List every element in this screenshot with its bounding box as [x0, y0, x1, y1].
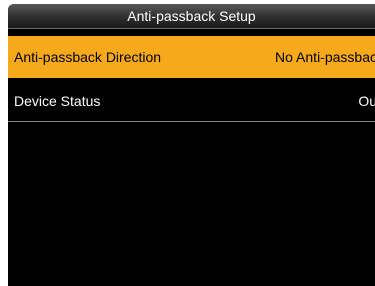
page-title: Anti-passback Setup: [8, 4, 375, 29]
menu-item-anti-passback-direction[interactable]: Anti-passback Direction No Anti-passbac: [8, 36, 375, 78]
menu-item-label: Device Status: [14, 93, 101, 109]
device-screen: Anti-passback Setup Anti-passback Direct…: [8, 4, 375, 286]
menu-item-label: Anti-passback Direction: [14, 49, 162, 65]
menu-item-value: No Anti-passbac: [275, 49, 375, 65]
menu-item-value: Ou: [358, 93, 375, 109]
menu-item-device-status[interactable]: Device Status Ou: [8, 80, 375, 122]
